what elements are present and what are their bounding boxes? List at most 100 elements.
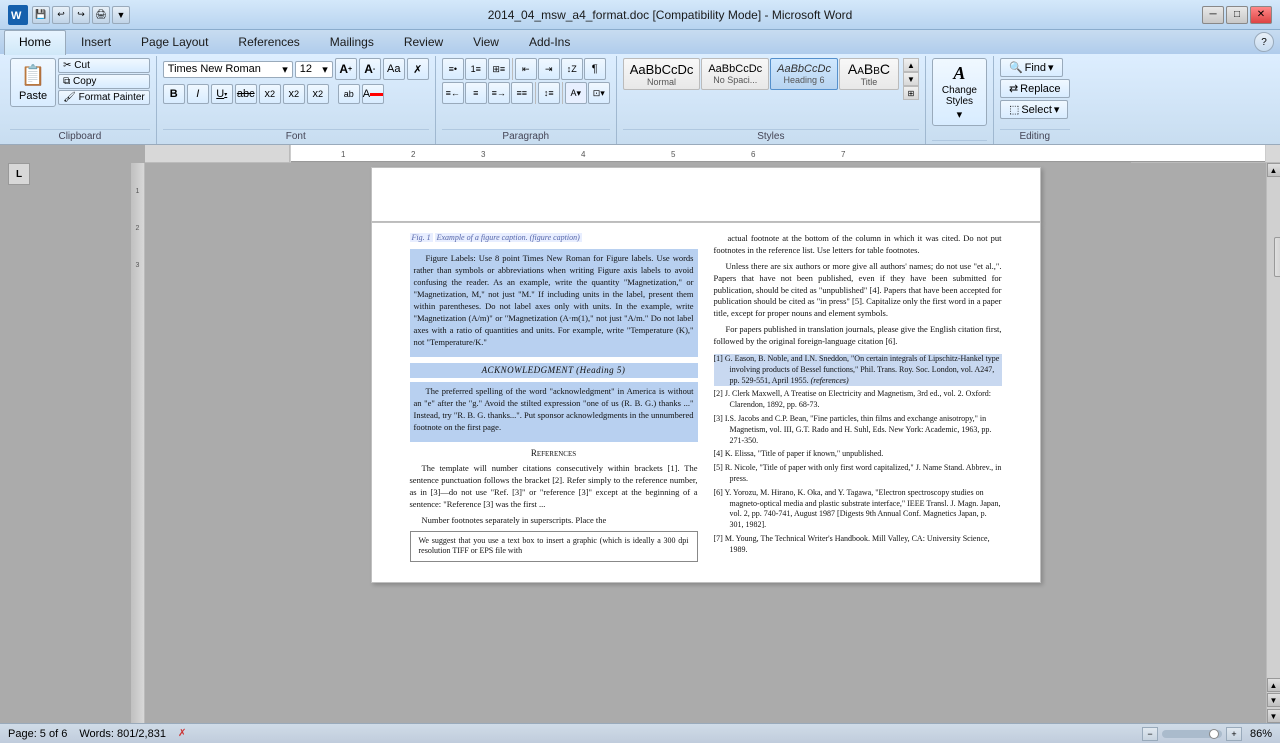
subscript-button[interactable]: x2 [259,84,281,104]
increase-indent-button[interactable]: ⇥ [538,58,560,80]
line-spacing-button[interactable]: ↕≡ [538,82,560,104]
vertical-scrollbar[interactable]: ▲ ▲ ▼ ▼ [1266,163,1280,723]
paragraph-top-row: ≡• 1≡ ⊞≡ ⇤ ⇥ ↕Z ¶ [442,58,606,80]
font-family-select[interactable]: Times New Roman ▾ [163,61,293,78]
change-styles-content: A ChangeStyles ▾ [932,58,987,138]
zoom-slider[interactable] [1162,730,1222,738]
acknowledgment-text: The preferred spelling of the word "ackn… [410,382,698,442]
italic-button[interactable]: I [187,84,209,104]
fig-caption-text: Example of a figure caption. (figure cap… [435,233,582,242]
redo-button[interactable]: ↪ [72,6,90,24]
superscript-button[interactable]: x2 [283,84,305,104]
ref-4: [4] K. Elissa, "Title of paper if known,… [714,449,1002,460]
style-title[interactable]: AaBbC Title [839,58,899,90]
strikethrough-button[interactable]: abc [235,84,257,104]
bold-button[interactable]: B [163,84,185,104]
style-heading6[interactable]: AaBbCcDc Heading 6 [770,58,838,90]
zoom-out-button[interactable]: − [1142,727,1158,741]
ref-6: [6] Y. Yorozu, M. Hirano, K. Oka, and Y.… [714,488,1002,531]
left-column: Fig. 1 Example of a figure caption. (fig… [410,233,698,562]
decrease-indent-button[interactable]: ⇤ [515,58,537,80]
format-painter-button[interactable]: 🖌 Format Painter [58,90,150,105]
sort-button[interactable]: ↕Z [561,58,583,80]
style-title-preview: AaBbC [848,61,890,77]
styles-scroll-down[interactable]: ▼ [903,72,919,86]
page-header [371,167,1041,222]
change-styles-button[interactable]: A ChangeStyles ▾ [932,58,987,126]
copy-button[interactable]: ⧉ Copy [58,74,150,89]
maximize-button[interactable]: □ [1226,6,1248,24]
fig-caption: Fig. 1 Example of a figure caption. (fig… [410,233,698,243]
tab-review[interactable]: Review [389,30,458,55]
ref-1: [1] G. Eason, B. Noble, and I.N. Sneddon… [714,354,1002,386]
ruler-mark-2: 2 [136,225,140,232]
align-right-button[interactable]: ≡→ [488,82,510,104]
replace-button[interactable]: ⇄ Replace [1000,79,1070,98]
change-styles-arrow: ▾ [957,108,963,121]
spell-check-icon[interactable]: ✗ [178,728,186,739]
tab-references[interactable]: References [223,30,314,55]
align-center-button[interactable]: ≡ [465,82,487,104]
ribbon-tab-bar: Home Insert Page Layout References Maili… [0,30,1280,54]
change-styles-group-label [932,140,987,144]
find-button[interactable]: 🔍 Find ▾ [1000,58,1063,77]
scroll-next-page[interactable]: ▼ [1267,693,1280,707]
document-area[interactable]: Fig. 1 Example of a figure caption. (fig… [145,163,1266,723]
zoom-in-button[interactable]: + [1226,727,1242,741]
cut-icon: ✂ [63,60,71,71]
zoom-thumb[interactable] [1209,729,1219,739]
status-bar: Page: 5 of 6 Words: 801/2,831 ✗ − + 86% [0,723,1280,743]
font-size-arrow: ▾ [322,63,328,76]
superscript2-button[interactable]: x2 [307,84,329,104]
align-left-button[interactable]: ≡← [442,82,464,104]
styles-scroll-up[interactable]: ▲ [903,58,919,72]
save-button[interactable]: 💾 [32,6,50,24]
paste-button[interactable]: 📋 Paste [10,58,56,107]
customize-qat-button[interactable]: ▼ [112,6,130,24]
justify-button[interactable]: ≡≡ [511,82,533,104]
text-highlight-button[interactable]: ab [338,84,360,104]
style-normal[interactable]: AaBbCcDc Normal [623,58,701,90]
styles-more[interactable]: ⊞ [903,86,919,100]
close-button[interactable]: ✕ [1250,6,1272,24]
undo-button[interactable]: ↩ [52,6,70,24]
scroll-down-button[interactable]: ▼ [1267,709,1280,723]
minimize-button[interactable]: ─ [1202,6,1224,24]
shrink-font-button[interactable]: A- [359,58,381,80]
style-no-spacing[interactable]: AaBbCcDc No Spaci... [701,58,769,90]
tab-page-layout[interactable]: Page Layout [126,30,223,55]
tab-home[interactable]: Home [4,30,66,55]
font-color-button[interactable]: A [362,84,384,104]
tab-add-ins[interactable]: Add-Ins [514,30,585,55]
print-preview-button[interactable]: 🖨 [92,6,110,24]
bullets-button[interactable]: ≡• [442,58,464,80]
scroll-prev-page[interactable]: ▲ [1267,678,1280,692]
underline-button[interactable]: U▾ [211,84,233,104]
style-normal-preview: AaBbCcDc [630,62,694,77]
clear-format-button[interactable]: ✗ [407,58,429,80]
grow-font-button[interactable]: A+ [335,58,357,80]
font-group: Times New Roman ▾ 12 ▾ A+ A- Aa ✗ B I U▾ [157,56,436,144]
change-case-button[interactable]: Aa [383,58,405,80]
ribbon: Home Insert Page Layout References Maili… [0,30,1280,145]
ruler-mark-1: 1 [136,188,140,195]
shading-button[interactable]: A▾ [565,82,587,104]
titlebar: W 💾 ↩ ↪ 🖨 ▼ 2014_04_msw_a4_format.doc [C… [0,0,1280,30]
help-button[interactable]: ? [1254,32,1274,52]
numbering-button[interactable]: 1≡ [465,58,487,80]
scroll-thumb[interactable] [1274,237,1280,277]
tab-view[interactable]: View [458,30,514,55]
borders-button[interactable]: ⊡▾ [588,82,610,104]
find-label: Find [1025,62,1046,74]
translation-text: For papers published in translation jour… [714,324,1002,348]
scroll-up-button[interactable]: ▲ [1267,163,1280,177]
clipboard-label: Clipboard [10,129,150,144]
tab-insert[interactable]: Insert [66,30,126,55]
tab-mailings[interactable]: Mailings [315,30,389,55]
multilevel-button[interactable]: ⊞≡ [488,58,510,80]
font-size-select[interactable]: 12 ▾ [295,61,333,78]
select-button[interactable]: ⬚ Select ▾ [1000,100,1069,119]
cut-button[interactable]: ✂ Cut [58,58,150,73]
svg-text:6: 6 [751,150,756,159]
show-hide-button[interactable]: ¶ [584,58,606,80]
